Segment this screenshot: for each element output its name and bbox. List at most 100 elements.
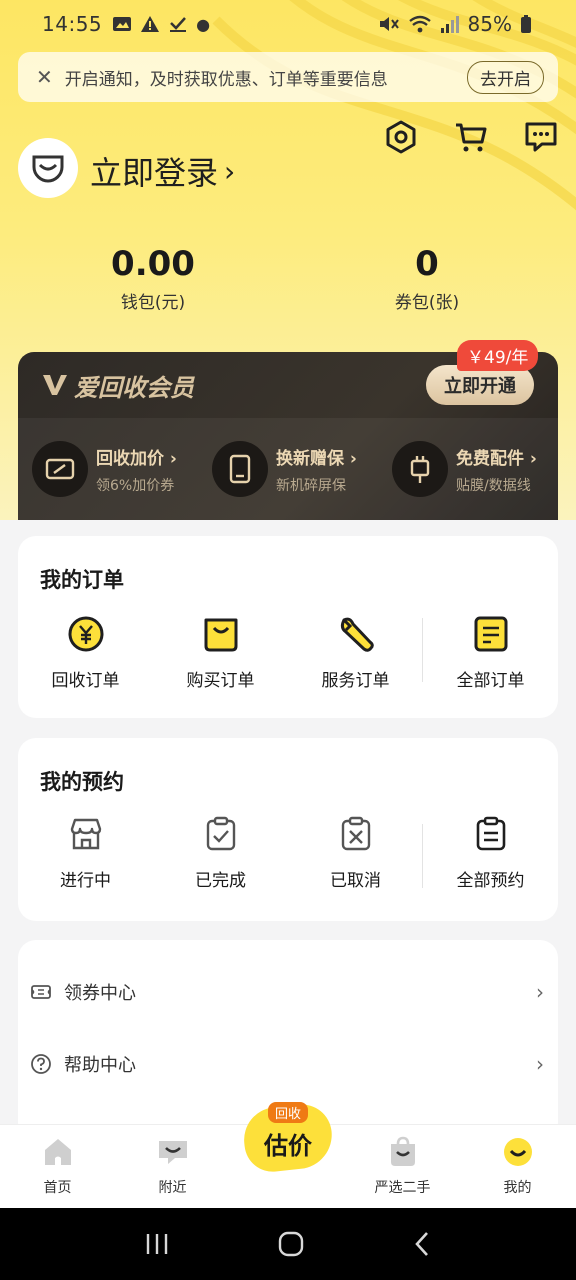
perk-subtitle: 贴膜/数据线 bbox=[456, 477, 531, 494]
divider bbox=[422, 824, 423, 888]
orders-grid: 回收订单 购买订单 服务订单 全部订单 bbox=[18, 614, 558, 691]
tab-nearby[interactable]: 附近 bbox=[115, 1125, 230, 1208]
vip-brand: 爱回收会员 bbox=[42, 368, 194, 403]
perk-title: 回收加价 › bbox=[96, 448, 177, 469]
wallet-stat[interactable]: 0.00 钱包(元) bbox=[53, 244, 253, 313]
coupon-label: 券包(张) bbox=[394, 293, 460, 313]
perk-title: 换新赠保 › bbox=[276, 448, 357, 469]
enable-notification-button[interactable]: 去开启 bbox=[467, 60, 544, 94]
status-time: 14:55 bbox=[42, 12, 103, 36]
coupon-value: 0 bbox=[415, 244, 439, 284]
home-button-icon[interactable] bbox=[277, 1230, 305, 1258]
tab-label: 严选二手 bbox=[374, 1180, 431, 1196]
appointment-completed[interactable]: 已完成 bbox=[153, 814, 288, 891]
home-icon bbox=[41, 1135, 75, 1169]
order-purchase[interactable]: 购买订单 bbox=[153, 614, 288, 691]
tab-label: 附近 bbox=[158, 1180, 187, 1196]
login-link[interactable]: 立即登录 › bbox=[90, 148, 235, 194]
phone-screen-icon bbox=[212, 441, 268, 497]
message-icon[interactable] bbox=[524, 120, 558, 154]
vip-brand-label: 爱回收会员 bbox=[74, 373, 194, 402]
notification-banner: ✕ 开启通知，及时获取优惠、订单等重要信息 去开启 bbox=[18, 52, 558, 102]
wrench-icon bbox=[336, 614, 376, 654]
check-download-icon bbox=[170, 17, 187, 32]
notification-message: 开启通知，及时获取优惠、订单等重要信息 bbox=[64, 69, 388, 90]
wifi-icon bbox=[408, 15, 431, 33]
cart-icon[interactable] bbox=[454, 120, 488, 154]
vip-price-tag: ￥49/年 bbox=[457, 340, 539, 371]
appointment-in-progress[interactable]: 进行中 bbox=[18, 814, 153, 891]
signal-icon bbox=[440, 16, 459, 33]
order-recycle[interactable]: 回收订单 bbox=[18, 614, 153, 691]
avatar[interactable] bbox=[18, 138, 78, 198]
estimate-price-button[interactable]: 回收 估价 bbox=[240, 1101, 336, 1175]
tab-label: 我的 bbox=[503, 1180, 532, 1196]
appointments-title: 我的预约 bbox=[40, 770, 124, 794]
shopping-bag-icon bbox=[386, 1135, 420, 1169]
appointments-grid: 进行中 已完成 已取消 全部预约 bbox=[18, 814, 558, 891]
close-icon[interactable]: ✕ bbox=[36, 65, 53, 89]
warning-icon bbox=[141, 16, 160, 32]
order-all[interactable]: 全部订单 bbox=[423, 614, 558, 691]
perk-subtitle: 新机碎屏保 bbox=[276, 477, 346, 494]
divider bbox=[422, 618, 423, 682]
battery-icon bbox=[521, 15, 531, 33]
tab-mine[interactable]: 我的 bbox=[460, 1125, 575, 1208]
menu-coupon-center[interactable]: 领券中心 › bbox=[30, 972, 544, 1012]
appointment-label: 进行中 bbox=[60, 871, 111, 891]
appointment-all[interactable]: 全部预约 bbox=[423, 814, 558, 891]
recycle-badge: 回收 bbox=[268, 1102, 309, 1123]
coupon-stat[interactable]: 0 券包(张) bbox=[327, 244, 527, 313]
menu-label: 帮助中心 bbox=[64, 1055, 136, 1076]
cable-plug-icon bbox=[392, 441, 448, 497]
orders-title: 我的订单 bbox=[40, 568, 124, 592]
settings-icon[interactable] bbox=[384, 120, 418, 154]
gallery-icon bbox=[113, 17, 132, 31]
shopping-bag-icon bbox=[201, 614, 241, 654]
chevron-right-icon: › bbox=[224, 154, 236, 188]
tab-label: 首页 bbox=[43, 1180, 72, 1196]
order-label: 回收订单 bbox=[51, 671, 120, 691]
perk-recycle-bonus[interactable]: 回收加价 › 领6%加价券 bbox=[18, 418, 198, 520]
brand-logo-icon bbox=[32, 155, 64, 183]
vip-open-button[interactable]: 立即开通 bbox=[426, 365, 534, 405]
back-icon[interactable] bbox=[412, 1230, 432, 1258]
ticket-icon bbox=[31, 985, 51, 999]
dot-icon: ● bbox=[196, 14, 211, 34]
perk-subtitle: 领6%加价券 bbox=[96, 477, 175, 494]
status-left-icons: ● bbox=[112, 15, 210, 34]
chevron-right-icon: › bbox=[536, 1052, 544, 1076]
clipboard-list-icon bbox=[471, 814, 511, 854]
help-icon bbox=[31, 1054, 51, 1074]
wallet-label: 钱包(元) bbox=[120, 293, 186, 313]
recent-apps-icon[interactable] bbox=[144, 1232, 170, 1256]
clipboard-x-icon bbox=[336, 814, 376, 854]
order-label: 全部订单 bbox=[456, 671, 525, 691]
appointment-label: 已取消 bbox=[330, 871, 381, 891]
tab-selected-used[interactable]: 严选二手 bbox=[345, 1125, 460, 1208]
menu-help-center[interactable]: 帮助中心 › bbox=[30, 1044, 544, 1084]
smile-face-icon bbox=[501, 1135, 535, 1169]
order-label: 购买订单 bbox=[186, 671, 255, 691]
tab-home[interactable]: 首页 bbox=[0, 1125, 115, 1208]
perk-free-accessories[interactable]: 免费配件 › 贴膜/数据线 bbox=[378, 418, 558, 520]
appointment-label: 全部预约 bbox=[456, 871, 525, 891]
menu-label: 领券中心 bbox=[64, 983, 136, 1004]
perk-trade-in-insurance[interactable]: 换新赠保 › 新机碎屏保 bbox=[198, 418, 378, 520]
battery-level: 85% bbox=[467, 12, 512, 36]
appointment-cancelled[interactable]: 已取消 bbox=[288, 814, 423, 891]
perk-title: 免费配件 › bbox=[456, 448, 537, 469]
order-label: 服务订单 bbox=[321, 671, 390, 691]
appointment-label: 已完成 bbox=[195, 871, 246, 891]
wallet-value: 0.00 bbox=[111, 244, 195, 284]
vip-v-icon bbox=[43, 375, 67, 395]
login-label: 立即登录 bbox=[90, 154, 219, 192]
vip-card[interactable]: 爱回收会员 立即开通 回收加价 › 领6%加价券 换新赠保 › 新机碎屏保 免费… bbox=[18, 352, 558, 520]
store-icon bbox=[66, 814, 106, 854]
order-service[interactable]: 服务订单 bbox=[288, 614, 423, 691]
order-list-icon bbox=[471, 614, 511, 654]
status-right-icons: 85% bbox=[378, 12, 532, 36]
appointments-card: 我的预约 进行中 已完成 已取消 全部预约 bbox=[18, 738, 558, 921]
estimate-label: 估价 bbox=[264, 1131, 312, 1160]
yen-coin-icon bbox=[66, 614, 106, 654]
